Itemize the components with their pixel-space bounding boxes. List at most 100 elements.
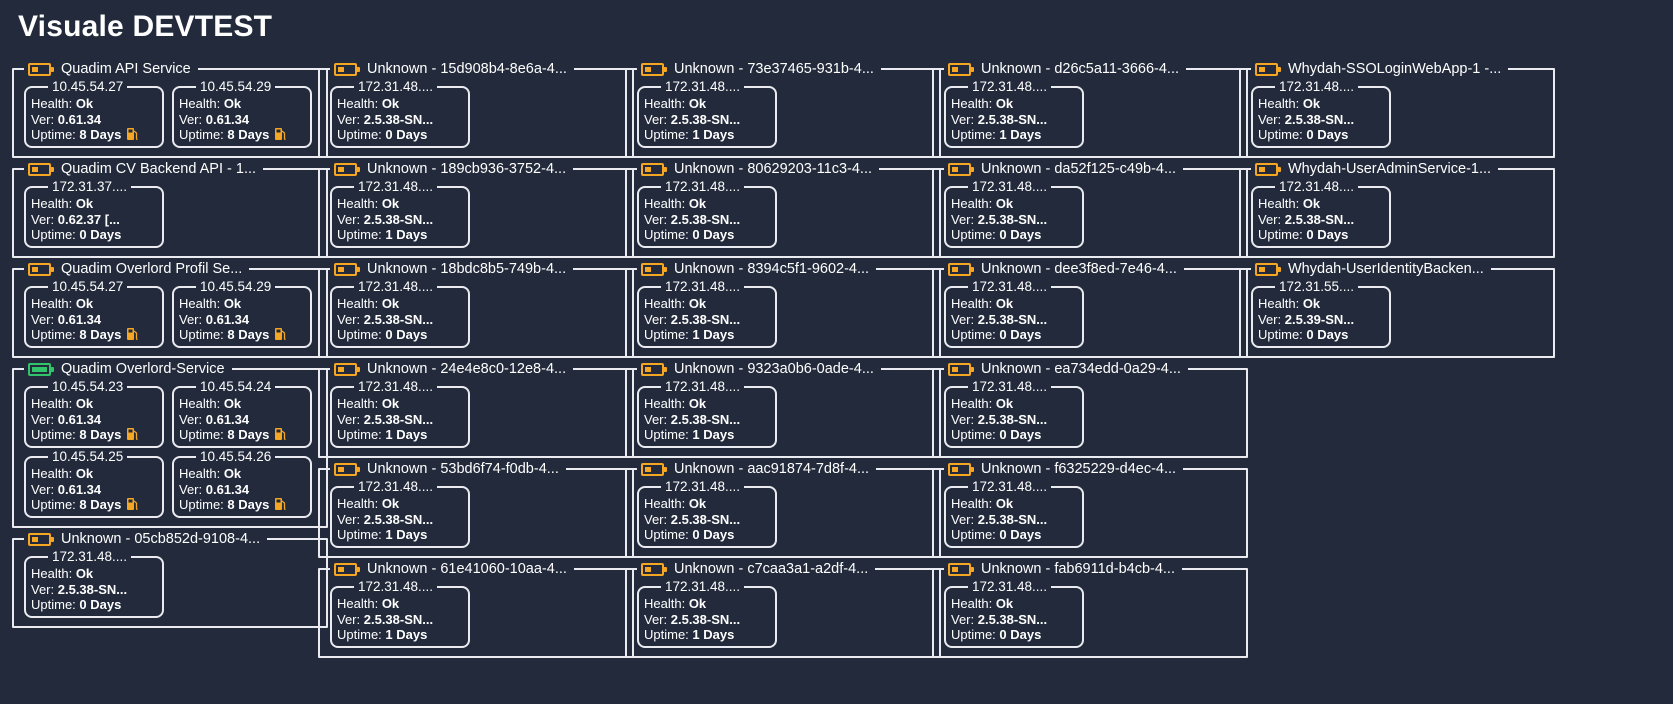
service-header[interactable]: Unknown - 189cb936-3752-4... [330, 160, 574, 178]
node-card[interactable]: 172.31.48.... Health: Ok Ver: 2.5.38-SN...… [637, 279, 777, 348]
service-panel[interactable]: Unknown - 61e41060-10aa-4... 172.31.48...… [318, 560, 634, 658]
node-card[interactable]: 172.31.48.... Health: Ok Ver: 2.5.38-SN...… [1251, 79, 1391, 148]
service-panel[interactable]: Unknown - f6325229-d4ec-4... 172.31.48...… [932, 460, 1248, 558]
node-card[interactable]: 172.31.48.... Health: Ok Ver: 2.5.38-SN...… [637, 179, 777, 248]
node-ip: 172.31.55.... [1275, 279, 1359, 295]
node-card[interactable]: 172.31.48.... Health: Ok Ver: 2.5.38-SN...… [330, 79, 470, 148]
service-name: Unknown - 53bd6f74-f0db-4... [367, 461, 559, 477]
service-header[interactable]: Quadim CV Backend API - 1... [24, 160, 264, 178]
service-panel[interactable]: Unknown - 189cb936-3752-4... 172.31.48...… [318, 160, 634, 258]
service-panel[interactable]: Unknown - 8394c5f1-9602-4... 172.31.48...… [625, 260, 941, 358]
node-card[interactable]: 10.45.54.25 Health: Ok Ver: 0.61.34 Uptime:… [24, 449, 164, 518]
health-row: Health: Ok [31, 566, 162, 582]
node-card[interactable]: 172.31.48.... Health: Ok Ver: 2.5.38-SN...… [944, 179, 1084, 248]
battery-icon [948, 162, 974, 176]
node-ip: 172.31.48.... [968, 79, 1052, 95]
service-panel[interactable]: Unknown - 73e37465-931b-4... 172.31.48...… [625, 60, 941, 158]
node-card[interactable]: 172.31.48.... Health: Ok Ver: 2.5.38-SN...… [944, 479, 1084, 548]
node-card[interactable]: 172.31.48.... Health: Ok Ver: 2.5.38-SN...… [330, 479, 470, 548]
service-panel[interactable]: Unknown - 9323a0b6-0ade-4... 172.31.48...… [625, 360, 941, 458]
service-panel[interactable]: Whydah-UserIdentityBacken... 172.31.55...… [1239, 260, 1555, 358]
node-card[interactable]: 172.31.48.... Health: Ok Ver: 2.5.38-SN...… [944, 279, 1084, 348]
battery-icon [948, 562, 974, 576]
node-ip: 172.31.48.... [1275, 79, 1359, 95]
service-panel[interactable]: Unknown - 18bdc8b5-749b-4... 172.31.48...… [318, 260, 634, 358]
node-card[interactable]: 172.31.48.... Health: Ok Ver: 2.5.38-SN...… [637, 79, 777, 148]
node-card[interactable]: 172.31.48.... Health: Ok Ver: 2.5.38-SN...… [330, 279, 470, 348]
health-row: Health: Ok [31, 396, 162, 412]
service-panel[interactable]: Unknown - d26c5a11-3666-4... 172.31.48...… [932, 60, 1248, 158]
service-panel[interactable]: Unknown - ea734edd-0a29-4... 172.31.48...… [932, 360, 1248, 458]
node-card[interactable]: 10.45.54.26 Health: Ok Ver: 0.61.34 Uptime:… [172, 449, 312, 518]
node-card[interactable]: 10.45.54.24 Health: Ok Ver: 0.61.34 Uptime:… [172, 379, 312, 448]
service-panel[interactable]: Unknown - dee3f8ed-7e46-4... 172.31.48...… [932, 260, 1248, 358]
service-panel[interactable]: Unknown - 80629203-11c3-4... 172.31.48...… [625, 160, 941, 258]
health-label: Health: [1258, 96, 1303, 111]
service-header[interactable]: Whydah-SSOLoginWebApp-1 -... [1251, 60, 1509, 78]
service-header[interactable]: Unknown - 53bd6f74-f0db-4... [330, 460, 566, 478]
service-panel[interactable]: Quadim Overlord Profil Se... 10.45.54.27 H… [12, 260, 328, 358]
node-card[interactable]: 172.31.48.... Health: Ok Ver: 2.5.38-SN...… [637, 379, 777, 448]
service-header[interactable]: Unknown - 05cb852d-9108-4... [24, 530, 268, 548]
service-header[interactable]: Unknown - 18bdc8b5-749b-4... [330, 260, 574, 278]
service-panel[interactable]: Unknown - 24e4e8c0-12e8-4... 172.31.48...… [318, 360, 634, 458]
service-panel[interactable]: Unknown - fab6911d-b4cb-4... 172.31.48...… [932, 560, 1248, 658]
service-header[interactable]: Unknown - c7caa3a1-a2df-4... [637, 560, 876, 578]
service-header[interactable]: Unknown - 24e4e8c0-12e8-4... [330, 360, 574, 378]
service-panel[interactable]: Unknown - aac91874-7d8f-4... 172.31.48...… [625, 460, 941, 558]
service-header[interactable]: Unknown - aac91874-7d8f-4... [637, 460, 877, 478]
service-panel[interactable]: Quadim Overlord-Service 10.45.54.23 Health… [12, 360, 328, 528]
node-card[interactable]: 10.45.54.27 Health: Ok Ver: 0.61.34 Uptime:… [24, 79, 164, 148]
node-card[interactable]: 10.45.54.29 Health: Ok Ver: 0.61.34 Uptime:… [172, 279, 312, 348]
service-header[interactable]: Whydah-UserIdentityBacken... [1251, 260, 1491, 278]
service-header[interactable]: Unknown - 9323a0b6-0ade-4... [637, 360, 881, 378]
node-ip: 10.45.54.24 [196, 379, 276, 395]
node-card[interactable]: 10.45.54.27 Health: Ok Ver: 0.61.34 Uptime:… [24, 279, 164, 348]
service-panel[interactable]: Unknown - 15d908b4-8e6a-4... 172.31.48...… [318, 60, 634, 158]
service-header[interactable]: Unknown - 61e41060-10aa-4... [330, 560, 574, 578]
service-panel[interactable]: Quadim API Service 10.45.54.27 Health: Ok V… [12, 60, 328, 158]
service-header[interactable]: Unknown - da52f125-c49b-4... [944, 160, 1184, 178]
node-card[interactable]: 172.31.48.... Health: Ok Ver: 2.5.38-SN...… [944, 579, 1084, 648]
node-card[interactable]: 172.31.48.... Health: Ok Ver: 2.5.38-SN...… [637, 479, 777, 548]
service-header[interactable]: Unknown - ea734edd-0a29-4... [944, 360, 1188, 378]
node-card[interactable]: 172.31.55.... Health: Ok Ver: 2.5.39-SN...… [1251, 279, 1391, 348]
service-header[interactable]: Quadim Overlord-Service [24, 360, 232, 378]
service-header[interactable]: Unknown - 8394c5f1-9602-4... [637, 260, 877, 278]
uptime-label: Uptime: [951, 227, 1000, 242]
service-header[interactable]: Unknown - 15d908b4-8e6a-4... [330, 60, 574, 78]
service-header[interactable]: Unknown - dee3f8ed-7e46-4... [944, 260, 1184, 278]
version-label: Ver: [31, 111, 58, 127]
service-panel[interactable]: Unknown - 53bd6f74-f0db-4... 172.31.48...… [318, 460, 634, 558]
service-name: Whydah-UserIdentityBacken... [1288, 261, 1484, 277]
node-card[interactable]: 172.31.48.... Health: Ok Ver: 2.5.38-SN...… [637, 579, 777, 648]
node-card[interactable]: 172.31.37.... Health: Ok Ver: 0.62.37 [...… [24, 179, 164, 248]
node-card[interactable]: 172.31.48.... Health: Ok Ver: 2.5.38-SN...… [944, 379, 1084, 448]
service-panel[interactable]: Whydah-UserAdminService-1... 172.31.48...… [1239, 160, 1555, 258]
service-panel[interactable]: Whydah-SSOLoginWebApp-1 -... 172.31.48...… [1239, 60, 1555, 158]
node-card[interactable]: 172.31.48.... Health: Ok Ver: 2.5.38-SN...… [24, 549, 164, 618]
service-panel[interactable]: Unknown - 05cb852d-9108-4... 172.31.48...… [12, 530, 328, 628]
service-name: Unknown - 80629203-11c3-4... [674, 161, 873, 177]
node-card[interactable]: 10.45.54.29 Health: Ok Ver: 0.61.34 Uptime:… [172, 79, 312, 148]
node-card[interactable]: 172.31.48.... Health: Ok Ver: 2.5.38-SN...… [330, 379, 470, 448]
health-label: Health: [951, 196, 996, 211]
service-header[interactable]: Quadim Overlord Profil Se... [24, 260, 250, 278]
service-column: Unknown - 15d908b4-8e6a-4... 172.31.48...… [318, 60, 634, 668]
service-header[interactable]: Whydah-UserAdminService-1... [1251, 160, 1499, 178]
node-card[interactable]: 172.31.48.... Health: Ok Ver: 2.5.38-SN...… [330, 579, 470, 648]
service-panel[interactable]: Quadim CV Backend API - 1... 172.31.37...… [12, 160, 328, 258]
service-header[interactable]: Unknown - f6325229-d4ec-4... [944, 460, 1184, 478]
service-header[interactable]: Unknown - 80629203-11c3-4... [637, 160, 880, 178]
service-header[interactable]: Unknown - fab6911d-b4cb-4... [944, 560, 1182, 578]
node-card[interactable]: 10.45.54.23 Health: Ok Ver: 0.61.34 Uptime:… [24, 379, 164, 448]
service-header[interactable]: Quadim API Service [24, 60, 198, 78]
node-card[interactable]: 172.31.48.... Health: Ok Ver: 2.5.38-SN...… [1251, 179, 1391, 248]
service-panel[interactable]: Unknown - c7caa3a1-a2df-4... 172.31.48...… [625, 560, 941, 658]
health-value: Ok [381, 396, 400, 411]
service-header[interactable]: Unknown - d26c5a11-3666-4... [944, 60, 1187, 78]
node-card[interactable]: 172.31.48.... Health: Ok Ver: 2.5.38-SN...… [330, 179, 470, 248]
node-card[interactable]: 172.31.48.... Health: Ok Ver: 2.5.38-SN...… [944, 79, 1084, 148]
service-header[interactable]: Unknown - 73e37465-931b-4... [637, 60, 881, 78]
service-panel[interactable]: Unknown - da52f125-c49b-4... 172.31.48...… [932, 160, 1248, 258]
